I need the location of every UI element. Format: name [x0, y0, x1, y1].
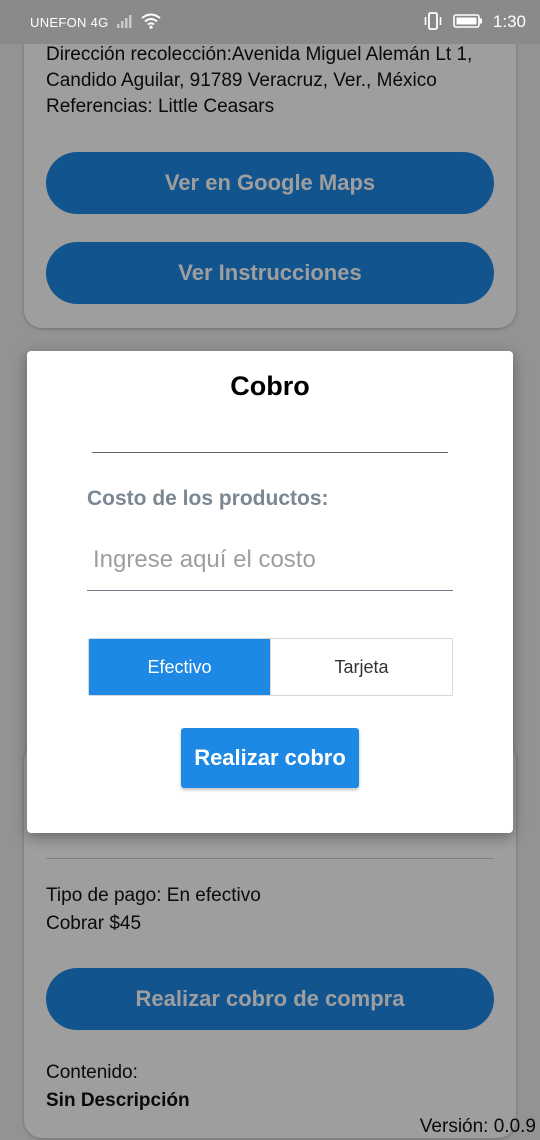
- cost-input[interactable]: [87, 529, 453, 591]
- status-bar: UNEFON 4G 1:30: [0, 0, 540, 44]
- carrier-label: UNEFON 4G: [30, 14, 109, 30]
- charge-dialog: Cobro Costo de los productos: Efectivo T…: [27, 351, 513, 833]
- payment-option-card[interactable]: Tarjeta: [270, 639, 452, 695]
- payment-method-toggle: Efectivo Tarjeta: [88, 638, 453, 696]
- payment-option-cash[interactable]: Efectivo: [89, 639, 270, 695]
- dialog-divider: [92, 452, 448, 453]
- battery-icon: [453, 13, 483, 32]
- signal-icon: [116, 14, 135, 31]
- vibrate-icon: [423, 11, 443, 33]
- cost-label: Costo de los productos:: [87, 487, 329, 510]
- clock: 1:30: [492, 12, 526, 31]
- submit-charge-button[interactable]: Realizar cobro: [181, 728, 359, 788]
- dialog-title: Cobro: [230, 371, 310, 401]
- wifi-icon: [140, 13, 161, 32]
